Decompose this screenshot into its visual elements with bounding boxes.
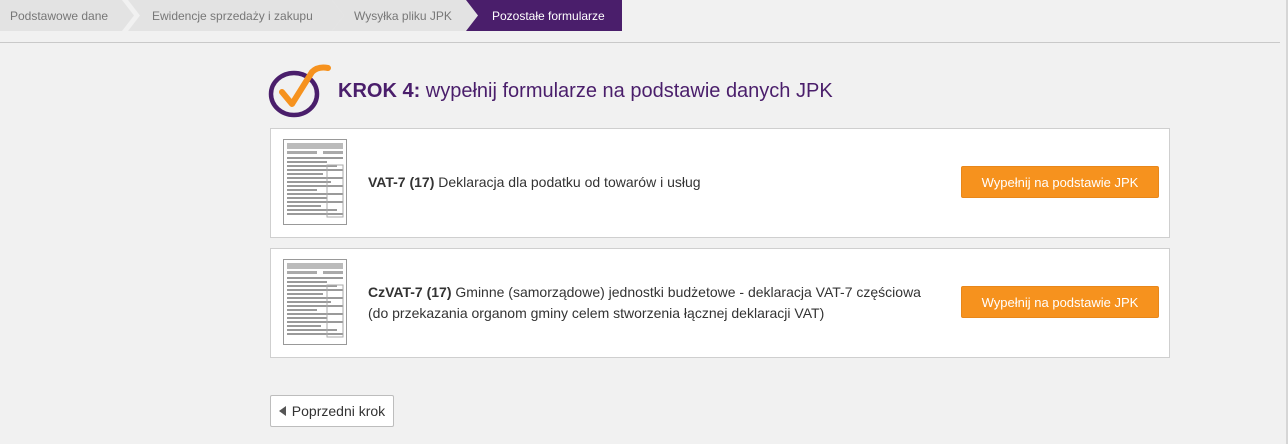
step-sales-purchase-records[interactable]: Ewidencje sprzedaży i zakupu (128, 0, 344, 31)
step-navigation: Podstawowe dane Ewidencje sprzedaży i za… (0, 0, 1280, 31)
form-description-text: Deklaracja dla podatku od towarów i usłu… (434, 174, 701, 190)
form-thumbnail-icon (283, 259, 347, 345)
previous-step-button[interactable]: Poprzedni krok (270, 395, 394, 427)
fill-from-jpk-button[interactable]: Wypełnij na podstawie JPK (961, 166, 1159, 198)
title-text: wypełnij formularze na podstawie danych … (420, 80, 833, 102)
form-code: CzVAT-7 (17) (368, 284, 452, 300)
step-jpk-upload[interactable]: Wysyłka pliku JPK (332, 0, 478, 31)
fill-from-jpk-button[interactable]: Wypełnij na podstawie JPK (961, 286, 1159, 318)
form-description: CzVAT-7 (17) Gminne (samorządowe) jednos… (368, 282, 928, 324)
step-number: KROK 4: (338, 80, 421, 102)
step-other-forms[interactable]: Pozostałe formularze (466, 0, 622, 31)
page-title: KROK 4: wypełnij formularze na podstawie… (338, 80, 833, 103)
form-thumbnail-icon (283, 139, 347, 225)
step-basic-data[interactable]: Podstawowe dane (0, 0, 134, 31)
divider (0, 42, 1280, 43)
form-card-czvat7: CzVAT-7 (17) Gminne (samorządowe) jednos… (270, 248, 1170, 358)
step-label: Pozostałe formularze (492, 8, 605, 23)
form-card-vat7: VAT-7 (17) Deklaracja dla podatku od tow… (270, 128, 1170, 238)
previous-step-label: Poprzedni krok (291, 403, 386, 419)
form-code: VAT-7 (17) (368, 174, 435, 190)
step-label: Podstawowe dane (10, 8, 109, 23)
form-description-text: Gminne (samorządowe) jednostki budżetowe… (368, 284, 921, 321)
checkmark-circle-logo-icon (268, 64, 331, 118)
arrow-left-icon (278, 406, 286, 416)
step-label: Wysyłka pliku JPK (354, 8, 452, 23)
step-label: Ewidencje sprzedaży i zakupu (152, 8, 313, 23)
form-description: VAT-7 (17) Deklaracja dla podatku od tow… (368, 172, 928, 193)
